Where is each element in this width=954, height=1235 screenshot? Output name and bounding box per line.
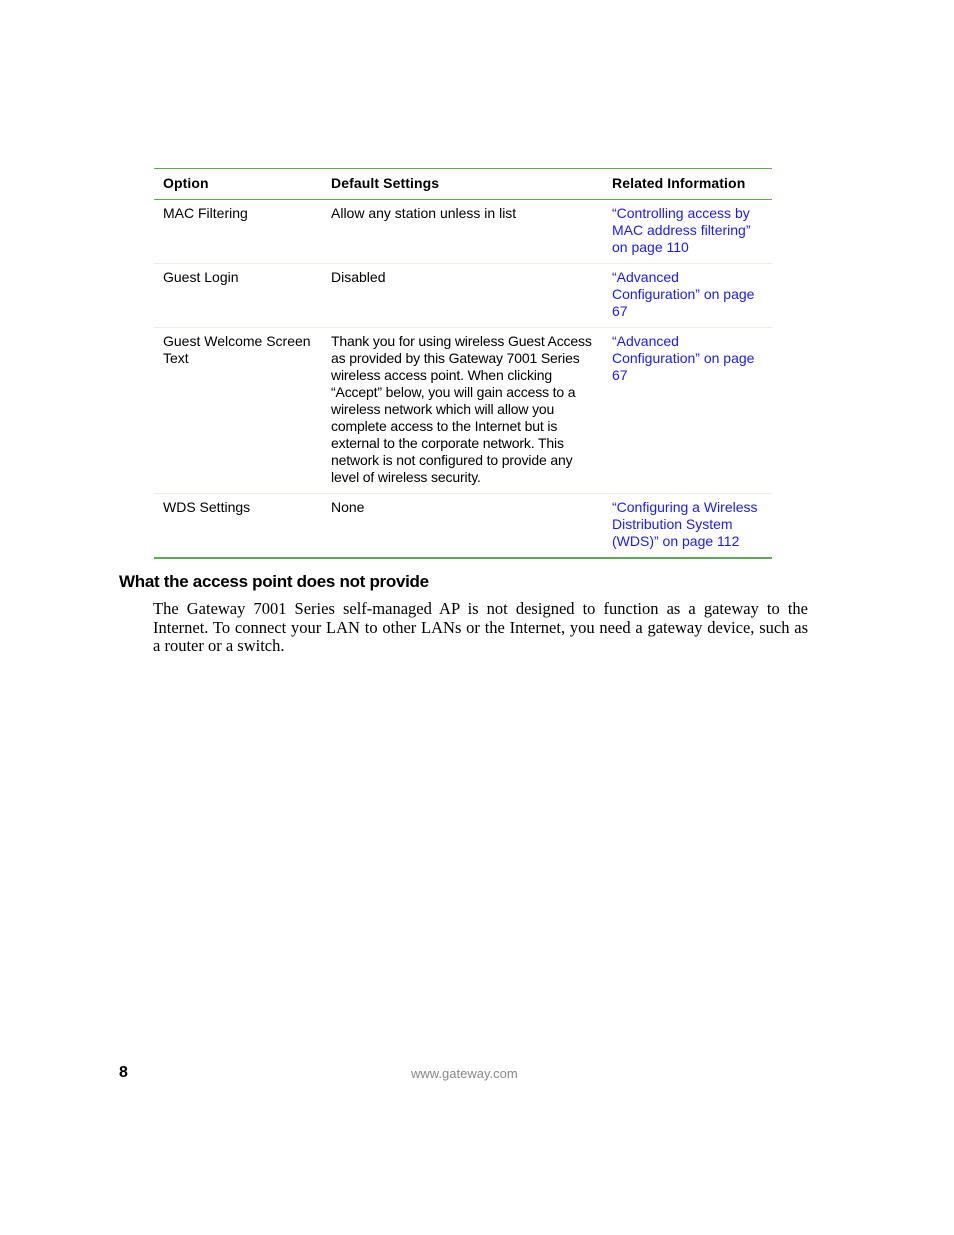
default-cell: Disabled [322, 263, 603, 328]
column-header-option: Option [154, 169, 322, 200]
default-cell: Allow any station unless in list [322, 199, 603, 264]
option-cell: MAC Filtering [154, 199, 322, 264]
option-cell: Guest Login [154, 263, 322, 328]
option-cell: WDS Settings [163, 499, 251, 515]
settings-table-container: Option Default Settings Related Informat… [154, 168, 772, 559]
section-heading: What the access point does not provide [119, 572, 429, 591]
column-header-default-settings: Default Settings [322, 169, 603, 200]
table-row: Guest Welcome Screen Text Thank you for … [154, 327, 772, 494]
related-link[interactable]: “Advanced Configuration” on page 67 [612, 333, 754, 383]
default-cell: Thank you for using wireless Guest Acces… [322, 327, 603, 494]
table-row: MAC Filtering Allow any station unless i… [154, 199, 772, 264]
column-header-related-information: Related Information [603, 169, 772, 200]
default-settings-table: Option Default Settings Related Informat… [154, 169, 772, 557]
table-row: Guest Login Disabled “Advanced Configura… [154, 263, 772, 328]
section-body-paragraph: The Gateway 7001 Series self-managed AP … [153, 599, 808, 655]
page-number: 8 [119, 1064, 128, 1081]
default-cell: None [331, 499, 365, 515]
related-link[interactable]: “Advanced Configuration” on page 67 [612, 269, 754, 319]
related-link[interactable]: “Configuring a Wireless Distribution Sys… [612, 499, 758, 549]
table-row: WDS Settings None “Configuring a Wireles… [154, 494, 772, 558]
table-header-row: Option Default Settings Related Informat… [154, 169, 772, 200]
footer-url[interactable]: www.gateway.com [411, 1066, 518, 1081]
option-cell: Guest Welcome Screen Text [154, 327, 322, 494]
related-link[interactable]: “Controlling access by MAC address filte… [612, 205, 751, 255]
